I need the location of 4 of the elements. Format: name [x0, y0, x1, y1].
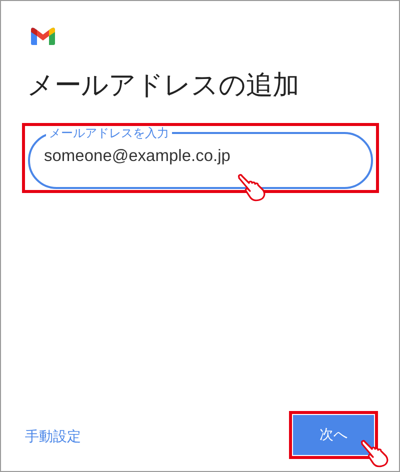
next-button[interactable]: 次へ: [292, 414, 375, 456]
page-title: メールアドレスの追加: [27, 69, 300, 103]
manual-setup-link[interactable]: 手動設定: [25, 428, 81, 446]
logo-icon: [31, 27, 55, 45]
